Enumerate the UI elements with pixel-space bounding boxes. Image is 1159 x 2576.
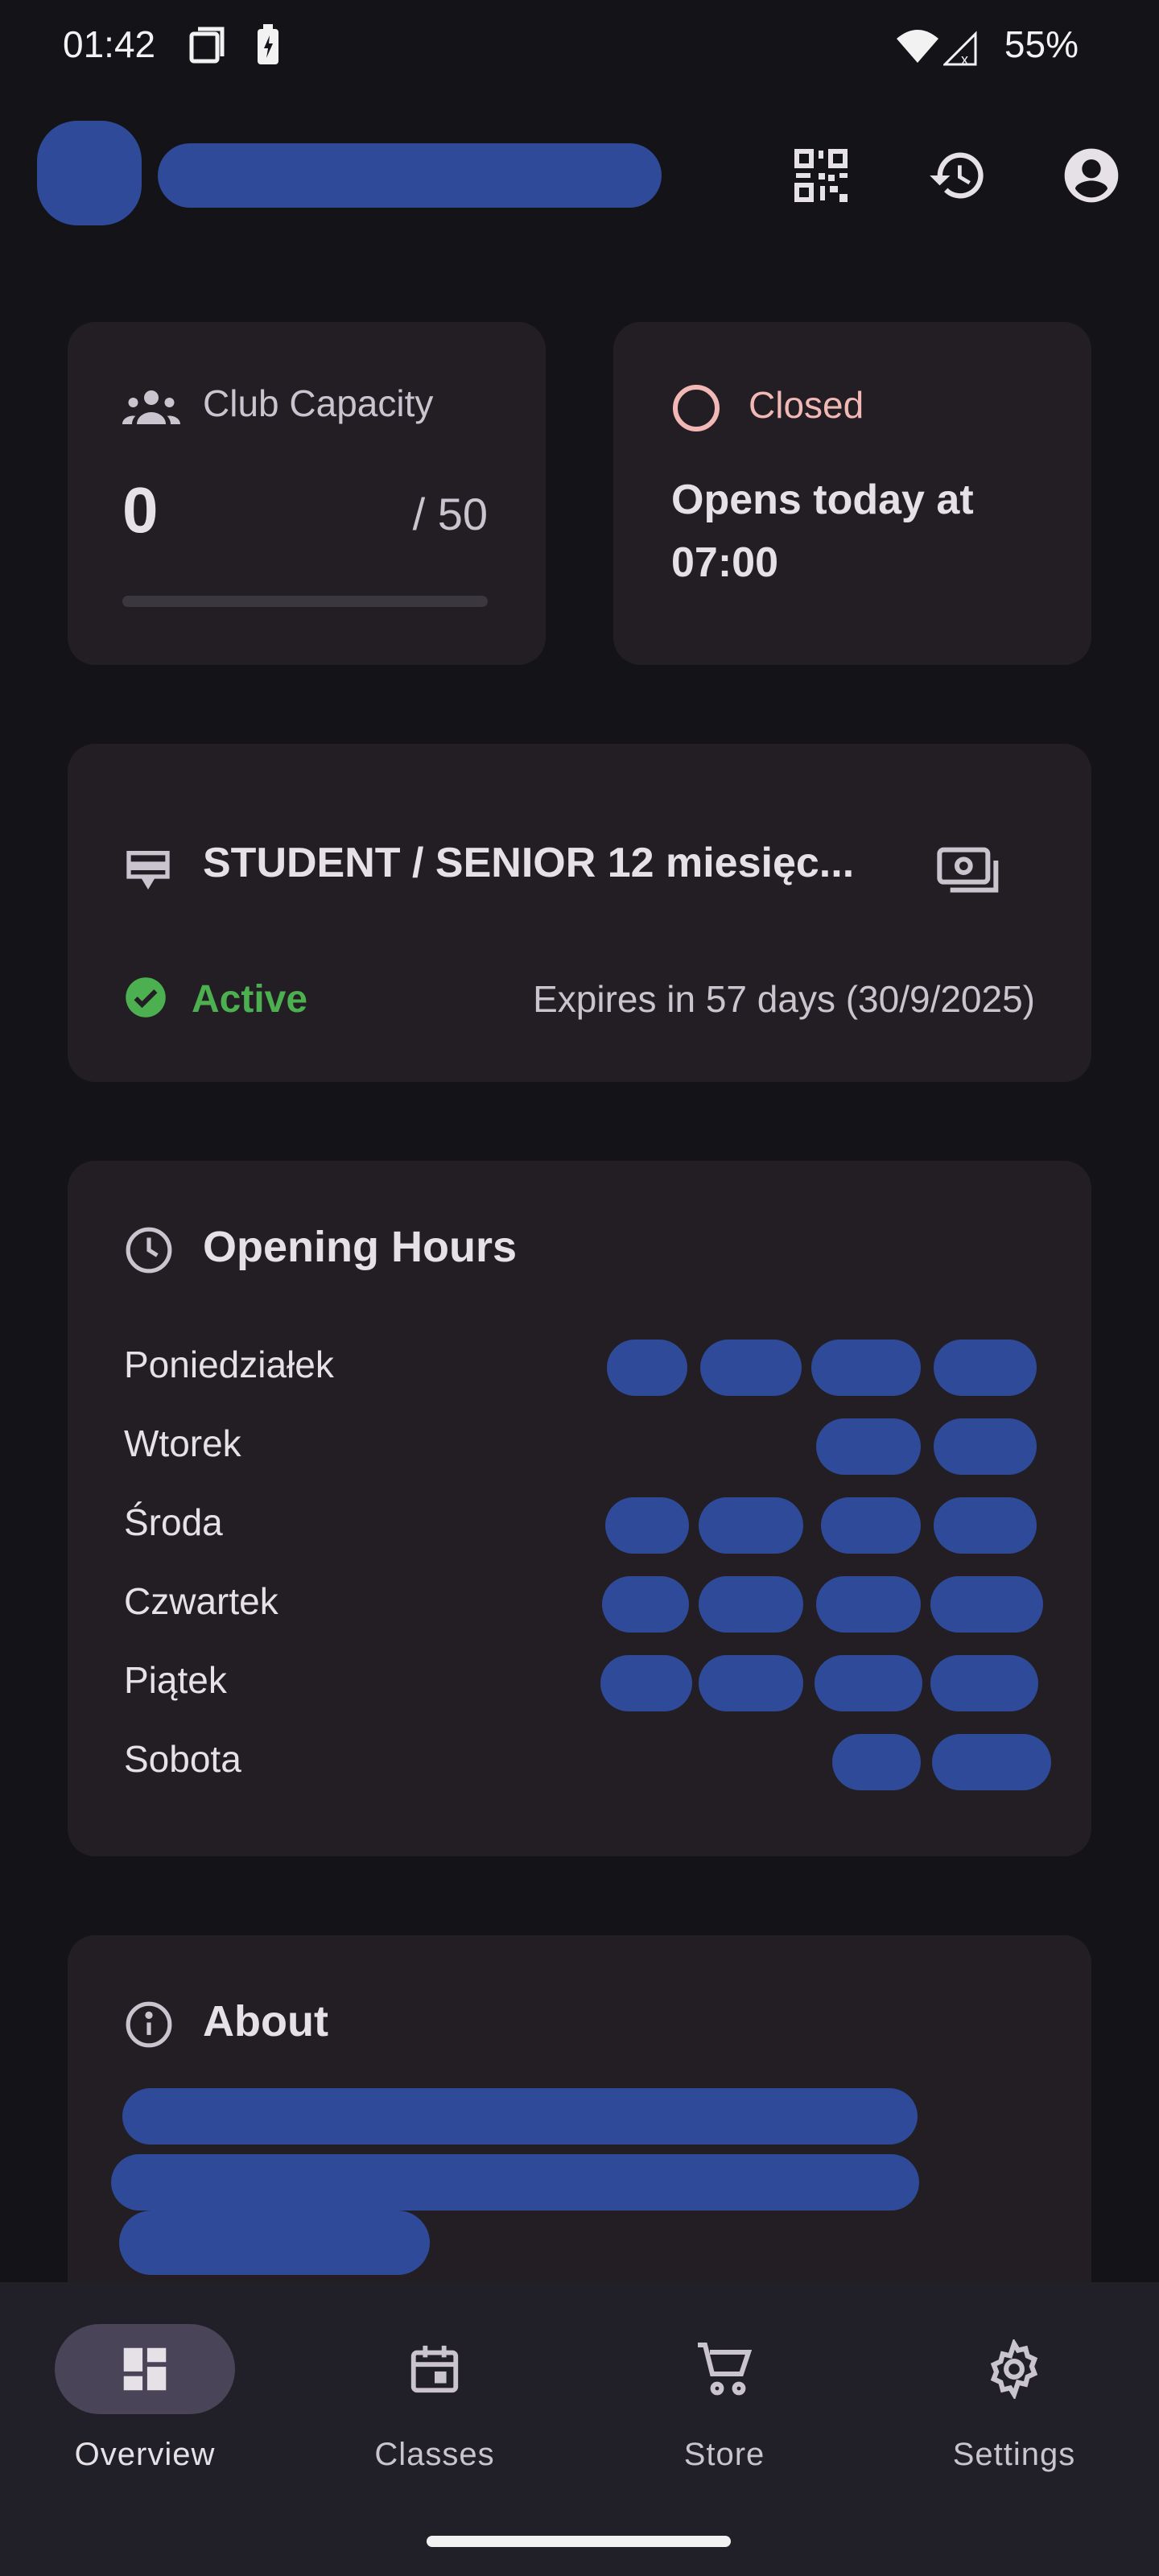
check-circle-icon: [126, 977, 166, 1018]
hours-redacted: [832, 1734, 921, 1790]
hours-redacted: [930, 1576, 1043, 1633]
nav-settings[interactable]: Settings: [909, 2324, 1119, 2473]
club-logo: [37, 121, 142, 225]
capacity-title: Club Capacity: [203, 382, 434, 424]
hours-redacted: [699, 1655, 803, 1711]
home-indicator[interactable]: [427, 2536, 731, 2547]
calendar-icon: [410, 2345, 459, 2393]
payments-button[interactable]: [929, 832, 1009, 913]
wifi-icon: [895, 27, 940, 68]
about-title: About: [203, 1997, 328, 2046]
signal-icon: x: [942, 29, 982, 70]
day-label: Czwartek: [124, 1580, 278, 1622]
day-label: Wtorek: [124, 1422, 241, 1464]
hours-redacted: [607, 1340, 687, 1396]
account-icon: [1064, 148, 1119, 203]
hours-redacted: [700, 1340, 802, 1396]
battery-percent: 55%: [1004, 23, 1079, 65]
club-status-label: Closed: [749, 384, 864, 426]
dashboard-icon: [123, 2347, 167, 2391]
account-button[interactable]: [1051, 135, 1132, 216]
nav-store[interactable]: Store: [620, 2324, 829, 2473]
hours-redacted: [934, 1340, 1037, 1396]
opening-hours-card: Opening Hours Poniedziałek Wtorek Środa …: [68, 1161, 1091, 1856]
club-status-card: Closed Opens today at 07:00: [613, 322, 1091, 665]
membership-card[interactable]: STUDENT / SENIOR 12 miesięc... Active Ex…: [68, 744, 1091, 1082]
group-icon: [122, 390, 180, 424]
day-label: Środa: [124, 1501, 223, 1543]
hours-redacted: [821, 1497, 921, 1554]
membership-status: Active: [192, 978, 308, 1021]
hours-redacted: [811, 1340, 921, 1396]
hours-redacted: [934, 1418, 1037, 1475]
qr-code-icon: [794, 149, 848, 202]
qr-code-button[interactable]: [781, 135, 861, 216]
hours-redacted: [699, 1576, 803, 1633]
nav-label: Store: [683, 2437, 765, 2472]
payments-icon: [937, 847, 999, 893]
day-label: Sobota: [124, 1738, 241, 1780]
bottom-navigation: Overview Classes Store Settings: [0, 2282, 1159, 2576]
history-icon: [930, 152, 984, 199]
info-icon: [126, 2001, 172, 2048]
about-text-redacted: [119, 2211, 430, 2275]
screenshot-icon: [188, 26, 225, 70]
about-text-redacted: [122, 2088, 918, 2145]
svg-text:x: x: [961, 52, 968, 66]
nav-classes[interactable]: Classes: [330, 2324, 539, 2473]
hours-redacted: [600, 1655, 692, 1711]
day-label: Piątek: [124, 1659, 227, 1701]
capacity-current: 0: [122, 474, 159, 546]
membership-name: STUDENT / SENIOR 12 miesięc...: [203, 840, 855, 886]
about-text-redacted: [111, 2154, 919, 2211]
capacity-progress-bar: [122, 596, 488, 607]
capacity-card: Club Capacity 0 / 50: [68, 322, 546, 665]
nav-label: Overview: [74, 2437, 216, 2472]
opening-hours-title: Opening Hours: [203, 1223, 517, 1271]
closed-circle-icon: [673, 385, 720, 431]
gear-icon: [990, 2339, 1038, 2399]
membership-expiry: Expires in 57 days (30/9/2025): [533, 978, 1035, 1020]
hours-redacted: [816, 1576, 921, 1633]
day-label: Poniedziałek: [124, 1344, 334, 1385]
hours-redacted: [816, 1418, 921, 1475]
hours-redacted: [699, 1497, 803, 1554]
capacity-max: / 50: [412, 489, 488, 539]
history-button[interactable]: [918, 135, 998, 216]
hours-redacted: [602, 1576, 689, 1633]
hours-redacted: [934, 1497, 1037, 1554]
clock-icon: [126, 1227, 172, 1274]
club-name: [158, 143, 662, 208]
status-time: 01:42: [63, 23, 156, 65]
nav-label: Settings: [952, 2437, 1076, 2472]
nav-label: Classes: [374, 2437, 495, 2472]
membership-card-icon: [126, 851, 170, 890]
hours-redacted: [932, 1734, 1051, 1790]
hours-redacted: [815, 1655, 922, 1711]
hours-redacted: [605, 1497, 689, 1554]
opening-message: Opens today at 07:00: [671, 477, 974, 586]
hours-redacted: [930, 1655, 1038, 1711]
cart-icon: [698, 2343, 753, 2396]
battery-charging-icon: [256, 24, 280, 70]
nav-overview[interactable]: Overview: [40, 2324, 250, 2473]
